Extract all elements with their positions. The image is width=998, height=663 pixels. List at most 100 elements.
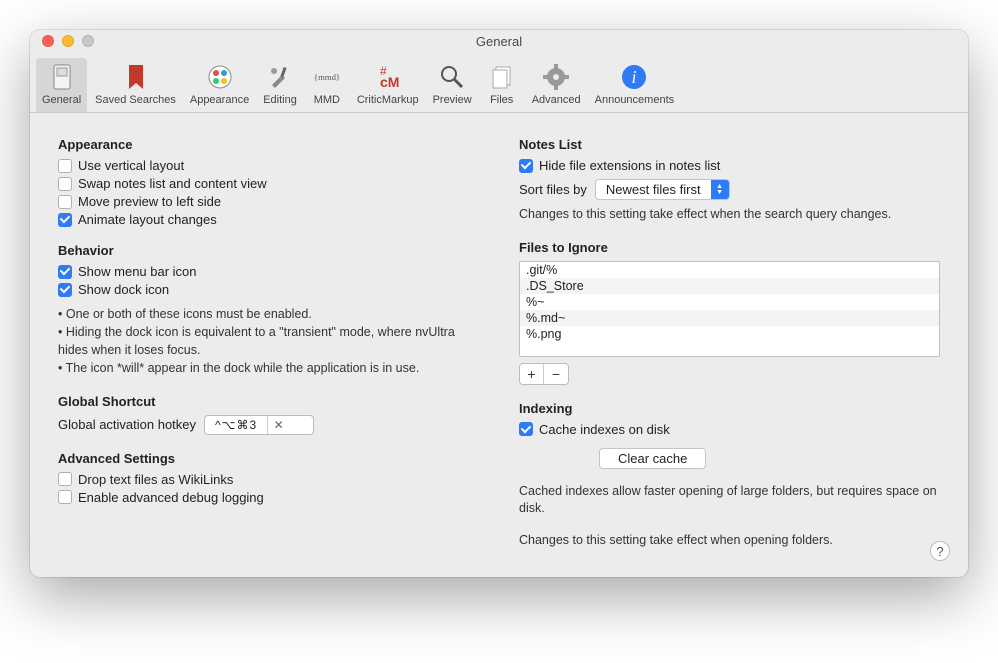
- svg-text:{mmd}: {mmd}: [314, 72, 340, 82]
- switch-icon: [47, 62, 77, 92]
- info-icon: i: [619, 62, 649, 92]
- toolbar-tab-editing[interactable]: Editing: [257, 58, 303, 112]
- sort-select[interactable]: Newest files first ▲▼: [595, 179, 730, 200]
- ignore-item-1[interactable]: .DS_Store: [520, 278, 939, 294]
- toolbar-tab-general[interactable]: General: [36, 58, 87, 112]
- behavior-heading: Behavior: [58, 243, 479, 258]
- behavior-row-0[interactable]: Show menu bar icon: [58, 264, 479, 279]
- toolbar-label: CriticMarkup: [357, 94, 419, 106]
- advanced-settings-checkboxes: Drop text files as WikiLinks Enable advan…: [58, 472, 479, 505]
- behavior-notes: • One or both of these icons must be ena…: [58, 305, 479, 378]
- behavior-checkbox-0[interactable]: [58, 265, 72, 279]
- files-to-ignore-heading: Files to Ignore: [519, 240, 940, 255]
- ignore-item-3[interactable]: %.md~: [520, 310, 939, 326]
- behavior-row-1[interactable]: Show dock icon: [58, 282, 479, 297]
- advanced-checkbox-0[interactable]: [58, 472, 72, 486]
- add-remove-buttons: + −: [519, 363, 569, 385]
- appearance-label-3: Animate layout changes: [78, 212, 217, 227]
- cm-icon: #cM: [373, 62, 403, 92]
- sort-label: Sort files by: [519, 182, 587, 197]
- toolbar-label: Preview: [433, 94, 472, 106]
- behavior-label-0: Show menu bar icon: [78, 264, 197, 279]
- appearance-checkbox-2[interactable]: [58, 195, 72, 209]
- toolbar-tab-files[interactable]: Files: [480, 58, 524, 112]
- hide-extensions-label: Hide file extensions in notes list: [539, 158, 720, 173]
- add-ignore-button[interactable]: +: [520, 364, 544, 384]
- behavior-label-1: Show dock icon: [78, 282, 169, 297]
- advanced-row-0[interactable]: Drop text files as WikiLinks: [58, 472, 479, 487]
- toolbar-tab-advanced[interactable]: Advanced: [526, 58, 587, 112]
- ignore-item-4[interactable]: %.png: [520, 326, 939, 342]
- toolbar-label: Files: [490, 94, 513, 106]
- global-hotkey-label: Global activation hotkey: [58, 417, 196, 432]
- toolbar-label: Appearance: [190, 94, 249, 106]
- select-arrows-icon: ▲▼: [711, 180, 729, 199]
- appearance-checkbox-1[interactable]: [58, 177, 72, 191]
- toolbar-tab-criticmarkup[interactable]: #cM CriticMarkup: [351, 58, 425, 112]
- appearance-row-2[interactable]: Move preview to left side: [58, 194, 479, 209]
- advanced-label-0: Drop text files as WikiLinks: [78, 472, 233, 487]
- appearance-label-2: Move preview to left side: [78, 194, 221, 209]
- cache-indexes-label: Cache indexes on disk: [539, 422, 670, 437]
- content-area: Appearance Use vertical layout Swap notes…: [30, 113, 968, 577]
- help-button[interactable]: ?: [930, 541, 950, 561]
- right-column: Notes List Hide file extensions in notes…: [519, 137, 940, 549]
- advanced-row-1[interactable]: Enable advanced debug logging: [58, 490, 479, 505]
- gear-icon: [541, 62, 571, 92]
- clear-cache-button[interactable]: Clear cache: [599, 448, 706, 469]
- hide-extensions-row[interactable]: Hide file extensions in notes list: [519, 158, 940, 173]
- ignore-list[interactable]: .git/%.DS_Store%~%.md~%.png: [519, 261, 940, 357]
- appearance-row-3[interactable]: Animate layout changes: [58, 212, 479, 227]
- palette-icon: [205, 62, 235, 92]
- global-hotkey-field[interactable]: ^⌥⌘3 ✕: [204, 415, 314, 435]
- global-hotkey-row: Global activation hotkey ^⌥⌘3 ✕: [58, 415, 479, 435]
- cache-indexes-checkbox[interactable]: [519, 422, 533, 436]
- advanced-settings-heading: Advanced Settings: [58, 451, 479, 466]
- window-title: General: [30, 34, 968, 49]
- toolbar-label: Announcements: [595, 94, 675, 106]
- toolbar-label: Advanced: [532, 94, 581, 106]
- appearance-checkboxes: Use vertical layout Swap notes list and c…: [58, 158, 479, 227]
- toolbar-tab-announcements[interactable]: i Announcements: [589, 58, 681, 112]
- advanced-label-1: Enable advanced debug logging: [78, 490, 264, 505]
- remove-ignore-button[interactable]: −: [544, 364, 568, 384]
- svg-text:cM: cM: [380, 74, 399, 90]
- appearance-row-1[interactable]: Swap notes list and content view: [58, 176, 479, 191]
- toolbar-tab-preview[interactable]: Preview: [427, 58, 478, 112]
- behavior-checkboxes: Show menu bar icon Show dock icon: [58, 264, 479, 297]
- indexing-heading: Indexing: [519, 401, 940, 416]
- svg-text:i: i: [632, 67, 637, 87]
- global-shortcut-heading: Global Shortcut: [58, 394, 479, 409]
- appearance-label-1: Swap notes list and content view: [78, 176, 267, 191]
- appearance-row-0[interactable]: Use vertical layout: [58, 158, 479, 173]
- global-hotkey-clear[interactable]: ✕: [267, 416, 289, 434]
- appearance-heading: Appearance: [58, 137, 479, 152]
- indexing-desc2: Changes to this setting take effect when…: [519, 532, 940, 550]
- advanced-checkbox-1[interactable]: [58, 490, 72, 504]
- cache-indexes-row[interactable]: Cache indexes on disk: [519, 422, 940, 437]
- toolbar-label: MMD: [314, 94, 340, 106]
- sort-row: Sort files by Newest files first ▲▼: [519, 179, 940, 200]
- titlebar: General: [30, 30, 968, 52]
- toolbar-tab-mmd[interactable]: {mmd} MMD: [305, 58, 349, 112]
- behavior-note: • One or both of these icons must be ena…: [58, 305, 479, 323]
- toolbar-tab-appearance[interactable]: Appearance: [184, 58, 255, 112]
- mmd-icon: {mmd}: [312, 62, 342, 92]
- indexing-desc1: Cached indexes allow faster opening of l…: [519, 483, 940, 518]
- toolbar-label: Saved Searches: [95, 94, 176, 106]
- sort-note: Changes to this setting take effect when…: [519, 206, 940, 224]
- ignore-item-2[interactable]: %~: [520, 294, 939, 310]
- toolbar-label: General: [42, 94, 81, 106]
- behavior-note: • The icon *will* appear in the dock whi…: [58, 359, 479, 377]
- files-icon: [487, 62, 517, 92]
- sort-value: Newest files first: [596, 182, 711, 197]
- left-column: Appearance Use vertical layout Swap notes…: [58, 137, 479, 549]
- appearance-checkbox-0[interactable]: [58, 159, 72, 173]
- hide-extensions-checkbox[interactable]: [519, 159, 533, 173]
- appearance-checkbox-3[interactable]: [58, 213, 72, 227]
- toolbar-tab-saved-searches[interactable]: Saved Searches: [89, 58, 182, 112]
- behavior-checkbox-1[interactable]: [58, 283, 72, 297]
- behavior-note: • Hiding the dock icon is equivalent to …: [58, 323, 479, 359]
- ignore-item-0[interactable]: .git/%: [520, 262, 939, 278]
- appearance-label-0: Use vertical layout: [78, 158, 184, 173]
